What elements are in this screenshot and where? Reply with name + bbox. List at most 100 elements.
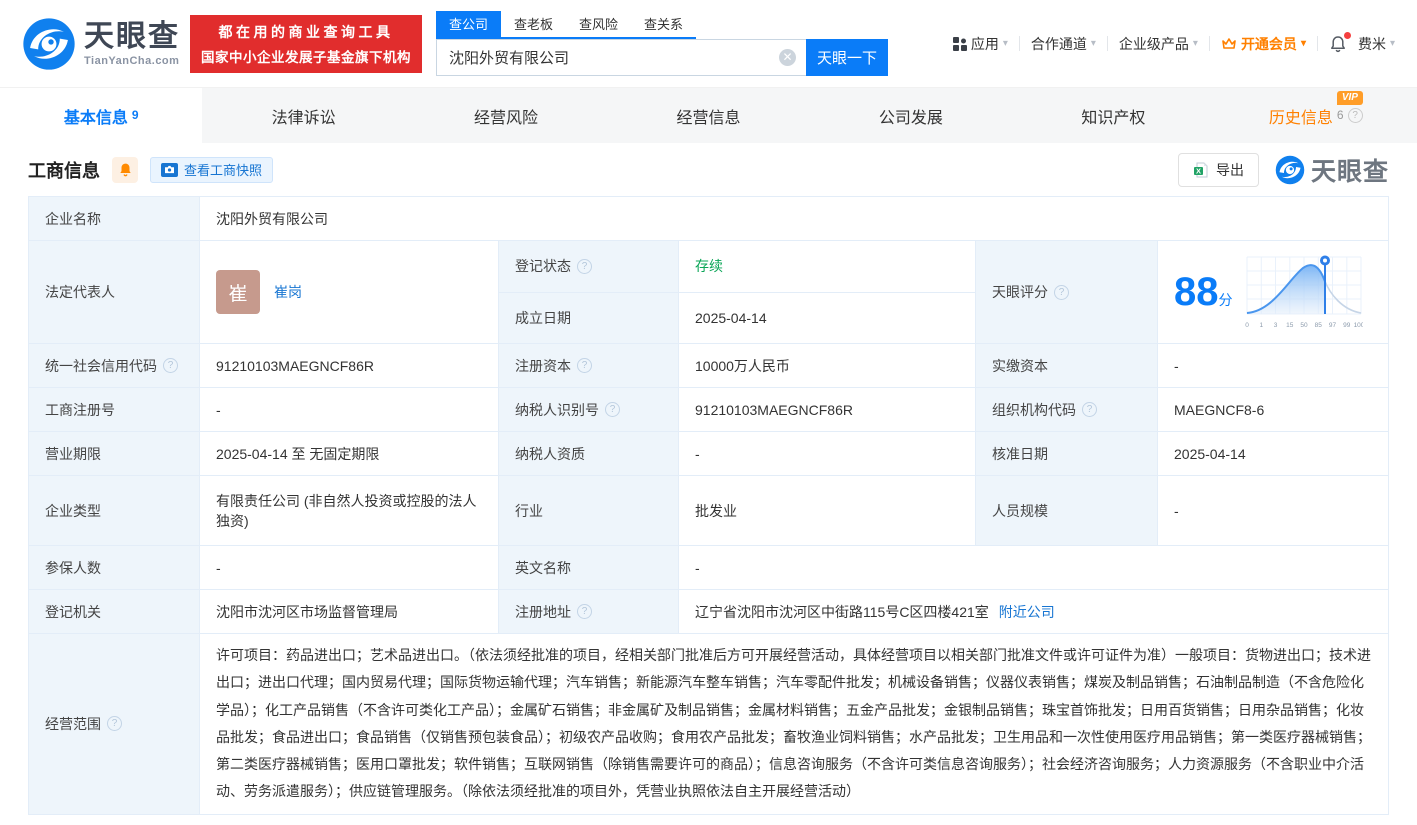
search-tab-company[interactable]: 查公司 — [436, 11, 501, 37]
watermark-logo: 天眼查 — [1275, 152, 1389, 188]
help-icon[interactable]: ? — [1082, 402, 1097, 417]
bell-icon — [118, 162, 133, 177]
search-submit-button[interactable]: 天眼一下 — [806, 39, 888, 76]
excel-icon: X — [1193, 162, 1209, 178]
help-icon[interactable]: ? — [605, 402, 620, 417]
taxpayer-id-value: 91210103MAEGNCF86R — [679, 388, 976, 432]
svg-text:X: X — [1196, 166, 1201, 175]
address-cell: 辽宁省沈阳市沈河区中街路115号C区四楼421室附近公司 — [679, 590, 1389, 634]
table-row: 工商注册号 - 纳税人识别号? 91210103MAEGNCF86R 组织机构代… — [29, 388, 1389, 432]
scope-value: 许可项目：药品进出口；艺术品进出口。（依法须经批准的项目，经相关部门批准后方可开… — [200, 634, 1389, 815]
help-icon[interactable]: ? — [163, 358, 178, 373]
company-type-label: 企业类型 — [29, 476, 200, 546]
nav-apps[interactable]: 应用 ▾ — [953, 34, 1008, 54]
chevron-down-icon: ▾ — [1091, 38, 1096, 49]
search-tab-relation[interactable]: 查关系 — [631, 11, 696, 37]
credit-code-label: 统一社会信用代码 — [45, 356, 157, 376]
reg-number-value: - — [200, 388, 499, 432]
tab-operation-risk[interactable]: 经营风险 — [405, 88, 607, 143]
score-distribution-chart[interactable]: 0 1 3 15 50 85 97 99 100 — [1245, 253, 1363, 331]
business-term-value: 2025-04-14 至 无固定期限 — [200, 432, 499, 476]
view-snapshot-button[interactable]: 查看工商快照 — [150, 157, 273, 183]
reg-number-label: 工商注册号 — [29, 388, 200, 432]
monitor-bell-button[interactable] — [112, 157, 138, 183]
nav-apps-label: 应用 — [971, 34, 999, 54]
svg-text:50: 50 — [1300, 322, 1308, 329]
tab-history-info[interactable]: VIP 历史信息 6 ? — [1215, 88, 1417, 143]
tab-operation-risk-label: 经营风险 — [474, 104, 538, 128]
legal-rep-label: 法定代表人 — [29, 241, 200, 344]
help-icon[interactable]: ? — [577, 358, 592, 373]
tianyancha-watermark-icon — [1275, 155, 1305, 185]
help-icon[interactable]: ? — [577, 259, 592, 274]
tianyancha-logo-icon — [22, 17, 76, 71]
svg-text:1: 1 — [1259, 322, 1263, 329]
search-tab-boss[interactable]: 查老板 — [501, 11, 566, 37]
help-icon[interactable]: ? — [107, 716, 122, 731]
search-tabs: 查公司 查老板 查风险 查关系 — [436, 11, 696, 39]
taxpayer-quality-value: - — [679, 432, 976, 476]
clear-input-icon[interactable]: ✕ — [779, 49, 796, 66]
table-row: 企业名称 沈阳外贸有限公司 — [29, 197, 1389, 241]
nav-partner[interactable]: 合作通道 ▾ — [1031, 34, 1096, 54]
address-label-cell: 注册地址? — [499, 590, 679, 634]
promo-line1: 都在用的商业查询工具 — [219, 22, 394, 42]
industry-value: 批发业 — [679, 476, 976, 546]
nav-partner-label: 合作通道 — [1031, 34, 1087, 54]
business-info-table: 企业名称 沈阳外贸有限公司 法定代表人 崔 崔岗 登记状态? 存续 天眼评分? — [0, 196, 1417, 825]
svg-text:85: 85 — [1314, 322, 1322, 329]
est-date-value: 2025-04-14 — [679, 292, 976, 344]
business-term-label: 营业期限 — [29, 432, 200, 476]
legal-rep-link[interactable]: 崔岗 — [274, 282, 302, 302]
score-label: 天眼评分 — [992, 282, 1048, 302]
taxpayer-id-label-cell: 纳税人识别号? — [499, 388, 679, 432]
search-block: 查公司 查老板 查风险 查关系 ✕ 天眼一下 — [436, 11, 888, 76]
score-cell: 88分 — [1158, 241, 1389, 344]
industry-label: 行业 — [499, 476, 679, 546]
tab-company-development[interactable]: 公司发展 — [810, 88, 1012, 143]
divider — [1209, 36, 1210, 51]
tab-legal-proceedings-label: 法律诉讼 — [272, 104, 336, 128]
nav-vip-label: 开通会员 — [1241, 34, 1297, 54]
score-axis-ticks: 0 1 3 15 50 85 97 99 100 — [1245, 322, 1363, 329]
table-row: 经营范围? 许可项目：药品进出口；艺术品进出口。（依法须经批准的项目，经相关部门… — [29, 634, 1389, 815]
tianyancha-logo[interactable]: 天眼查 TianYanCha.com — [22, 17, 180, 71]
chevron-down-icon: ▾ — [1301, 38, 1306, 49]
company-name-value: 沈阳外贸有限公司 — [200, 197, 1389, 241]
reg-status-label: 登记状态 — [515, 256, 571, 276]
table-row: 登记机关 沈阳市沈河区市场监督管理局 注册地址? 辽宁省沈阳市沈河区中街路115… — [29, 590, 1389, 634]
tab-basic-info[interactable]: 基本信息 9 — [0, 88, 202, 143]
est-date-label: 成立日期 — [499, 292, 679, 344]
legal-rep-cell: 崔 崔岗 — [200, 241, 499, 344]
tab-history-info-count: 6 — [1337, 108, 1344, 122]
search-input[interactable] — [436, 39, 806, 76]
notification-dot — [1344, 32, 1351, 39]
tab-legal-proceedings[interactable]: 法律诉讼 — [202, 88, 404, 143]
address-value: 辽宁省沈阳市沈河区中街路115号C区四楼421室 — [695, 604, 989, 620]
tab-operation-info-label: 经营信息 — [676, 104, 740, 128]
help-icon[interactable]: ? — [577, 604, 592, 619]
notifications-bell[interactable] — [1329, 35, 1347, 53]
nav-enterprise[interactable]: 企业级产品 ▾ — [1119, 34, 1198, 54]
svg-text:15: 15 — [1286, 322, 1294, 329]
nearby-companies-link[interactable]: 附近公司 — [999, 604, 1055, 620]
credit-code-value: 91210103MAEGNCF86R — [200, 344, 499, 388]
vip-badge: VIP — [1337, 91, 1363, 105]
legal-rep-avatar[interactable]: 崔 — [216, 270, 260, 314]
org-code-label-cell: 组织机构代码? — [976, 388, 1158, 432]
nav-vip-upgrade[interactable]: 开通会员 ▾ — [1221, 34, 1306, 54]
tab-intellectual-property[interactable]: 知识产权 — [1012, 88, 1214, 143]
status-badge: 存续 — [695, 258, 723, 274]
search-tab-risk[interactable]: 查风险 — [566, 11, 631, 37]
org-code-value: MAEGNCF8-6 — [1158, 388, 1389, 432]
help-icon[interactable]: ? — [1054, 285, 1069, 300]
tab-operation-info[interactable]: 经营信息 — [607, 88, 809, 143]
logo-title: 天眼查 — [84, 20, 180, 53]
export-button[interactable]: X 导出 — [1178, 153, 1259, 187]
nav-user[interactable]: 费米 ▾ — [1358, 34, 1395, 54]
help-icon[interactable]: ? — [1348, 108, 1363, 123]
promo-banner: 都在用的商业查询工具 国家中小企业发展子基金旗下机构 — [190, 15, 422, 73]
svg-text:100: 100 — [1353, 322, 1362, 329]
top-nav: 应用 ▾ 合作通道 ▾ 企业级产品 ▾ 开通会员 ▾ 费米 ▾ — [953, 34, 1395, 54]
table-row: 统一社会信用代码? 91210103MAEGNCF86R 注册资本? 10000… — [29, 344, 1389, 388]
